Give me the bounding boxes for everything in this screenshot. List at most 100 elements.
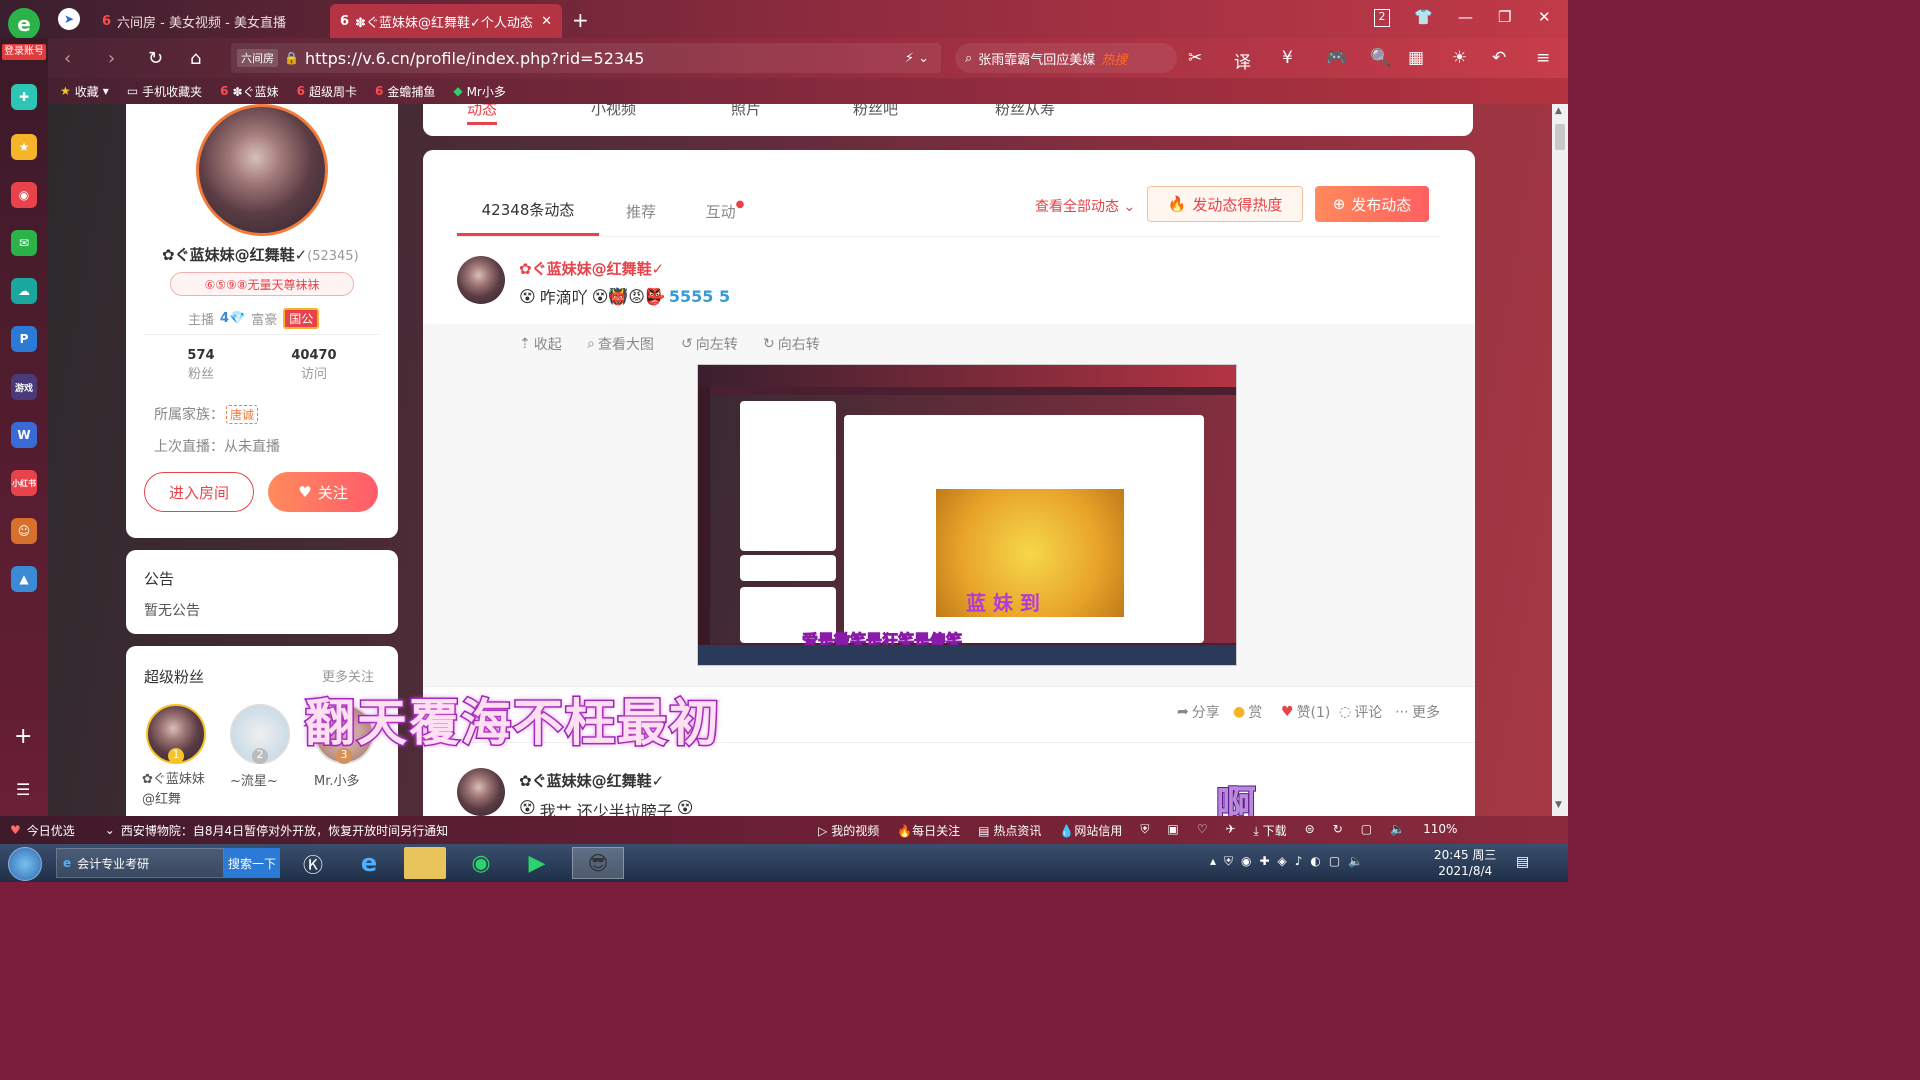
360-browser-icon[interactable]: ◉ <box>460 847 502 879</box>
post2-author[interactable]: ✿ぐ蓝妹妹@红舞鞋✓ <box>519 770 664 791</box>
scroll-up-icon[interactable]: ▲ <box>1555 106 1562 116</box>
comment-button[interactable]: ◌ 评论 <box>1339 702 1382 722</box>
fans-stat[interactable]: 574 粉丝 <box>176 348 226 382</box>
nav-photos[interactable]: 照片 <box>731 104 761 119</box>
visit-stat[interactable]: 40470 访问 <box>286 348 342 382</box>
hot-news-link[interactable]: ▤ 热点资讯 <box>978 822 1041 839</box>
refresh-icon[interactable]: ↻ <box>148 48 163 69</box>
nav-dynamic[interactable]: 动态 <box>467 104 497 119</box>
url-text[interactable]: https://v.6.cn/profile/index.php?rid=523… <box>305 49 644 68</box>
fan-name-1[interactable]: ✿ぐ蓝妹妹@红舞 <box>142 770 212 810</box>
word-doc-icon[interactable]: W <box>11 422 37 448</box>
bookmark-mr-xiaoduo[interactable]: ◆ Mr小多 <box>453 83 506 100</box>
follow-button[interactable]: ♥ 关注 <box>268 472 378 512</box>
view-all-dropdown[interactable]: 查看全部动态 ⌄ <box>1035 196 1135 216</box>
post-image[interactable]: 蓝 妹 到 爱是微笑是狂笑是傻笑 <box>697 364 1237 666</box>
search-bar[interactable]: ⌕ 张雨霏霸气回应美媒 热搜 <box>955 43 1177 73</box>
gamepad-icon[interactable]: 🎮 <box>1326 48 1347 68</box>
nav-fan-group[interactable]: 粉丝从寿 <box>995 104 1055 119</box>
close-tab-icon[interactable]: ✕ <box>541 14 552 29</box>
rocket-icon[interactable]: ✈ <box>1225 822 1235 839</box>
weibo-icon[interactable]: ◉ <box>11 182 37 208</box>
today-picks[interactable]: 今日优选 <box>27 822 75 839</box>
menu-icon[interactable]: ≡ <box>1536 48 1550 68</box>
page-scrollbar[interactable]: ▲ ▼ <box>1552 104 1568 816</box>
forward-icon[interactable]: › <box>108 48 115 69</box>
view-large-button[interactable]: ⌕ 查看大图 <box>587 334 654 354</box>
image-icon[interactable]: ▣ <box>1167 822 1178 839</box>
browser-logo-icon[interactable]: e <box>8 8 40 40</box>
minimize-icon[interactable]: — <box>1458 8 1473 26</box>
volume-icon[interactable]: 🔈 <box>1390 822 1405 839</box>
shield-icon[interactable]: ⛨ <box>1140 822 1149 839</box>
taskbar-search-button[interactable]: 搜索一下 <box>224 848 280 878</box>
coin-icon[interactable]: ¥ <box>1282 48 1293 68</box>
tab-liujianfang[interactable]: 6 六间房 - 美女视频 - 美女直播 <box>92 4 324 38</box>
mail-icon[interactable]: ✉ <box>11 230 37 256</box>
p-app-icon[interactable]: P <box>11 326 37 352</box>
post2-avatar[interactable] <box>457 768 505 816</box>
ie-search-box[interactable]: e 会计专业考研 <box>56 848 224 878</box>
video-player-icon[interactable]: ▶ <box>516 847 558 879</box>
grid-apps-icon[interactable]: ▦ <box>1408 48 1424 68</box>
nav-short-video[interactable]: 小视频 <box>591 104 636 119</box>
ie-taskbar-icon[interactable]: e <box>348 847 390 879</box>
login-button[interactable]: 登录账号 <box>2 44 46 60</box>
collapse-button[interactable]: ⇡ 收起 <box>519 334 562 354</box>
tab-profile[interactable]: 6 ✽ぐ蓝妹妹@红舞鞋✓个人动态 ✕ <box>330 4 562 38</box>
fan-name-2[interactable]: ~流星~ <box>230 770 278 789</box>
profile-avatar[interactable] <box>196 104 328 236</box>
game-character-icon[interactable]: ☺ <box>11 518 37 544</box>
active-app-icon[interactable]: 😎 <box>572 847 624 879</box>
publish-button[interactable]: ⊕ 发布动态 <box>1315 186 1429 222</box>
refresh-status-icon[interactable]: ↻ <box>1333 822 1343 839</box>
back-icon[interactable]: ‹ <box>64 48 71 69</box>
window-icon[interactable]: ▢ <box>1361 822 1372 839</box>
home-icon[interactable]: ⌂ <box>190 48 201 69</box>
family-badge[interactable]: 唐诚 <box>226 404 259 424</box>
shirt-skin-icon[interactable]: 👕 <box>1414 8 1433 26</box>
health-icon[interactable]: ♡ <box>1197 822 1208 839</box>
start-button[interactable] <box>8 847 42 881</box>
news-ticker[interactable]: 西安博物院：自8月4日暂停对外开放，恢复开放时间另行通知 <box>121 822 448 839</box>
share-button[interactable]: ➦ 分享 <box>1177 702 1220 722</box>
menu-list-icon[interactable]: ☰ <box>16 780 30 799</box>
favorites-star-icon[interactable]: ★ <box>11 134 37 160</box>
daily-follow-link[interactable]: 🔥每日关注 <box>897 822 960 839</box>
heat-button[interactable]: 🔥 发动态得热度 <box>1147 186 1303 222</box>
fan-name-3[interactable]: Mr.小多 <box>314 770 360 789</box>
bookmark-mobile[interactable]: ▭ 手机收藏夹 <box>127 83 202 100</box>
like-button[interactable]: ♥ 赞(1) <box>1281 702 1330 722</box>
site-credit-link[interactable]: 💧网站信用 <box>1059 822 1122 839</box>
vr-icon[interactable]: ⊜ <box>1305 822 1315 839</box>
brightness-icon[interactable]: ☀ <box>1452 48 1467 68</box>
scroll-down-icon[interactable]: ▼ <box>1555 800 1562 810</box>
add-sidebar-icon[interactable]: + <box>14 724 32 749</box>
notification-icon[interactable]: ▤ <box>1516 854 1529 870</box>
tab-all-dynamics[interactable]: 42348条动态 <box>457 186 599 236</box>
nav-fan-bar[interactable]: 粉丝吧 <box>853 104 898 119</box>
translate-icon[interactable]: 译 <box>1234 48 1251 73</box>
magnifier-icon[interactable]: 🔍 <box>1370 48 1391 68</box>
cloud-icon[interactable]: ☁ <box>11 278 37 304</box>
tab-recommend[interactable]: 推荐 <box>599 186 683 236</box>
close-window-icon[interactable]: ✕ <box>1538 8 1551 26</box>
reward-button[interactable]: ● 赏 <box>1233 702 1262 722</box>
new-tab-icon[interactable]: + <box>572 8 589 32</box>
post-avatar[interactable] <box>457 256 505 304</box>
scissors-icon[interactable]: ✂ <box>1188 48 1202 68</box>
xiaohongshu-icon[interactable]: 小红书 <box>11 470 37 496</box>
navigation-arrow-icon[interactable]: ➤ <box>58 8 80 30</box>
bookmark-fishing[interactable]: 6 金蟾捕鱼 <box>375 83 435 100</box>
more-button[interactable]: ⋯ 更多 <box>1395 702 1440 722</box>
kugou-icon[interactable]: Ⓚ <box>292 847 334 879</box>
bookmark-weekly-card[interactable]: 6 超级周卡 <box>297 83 357 100</box>
tab-interact[interactable]: 互动 ● <box>683 186 767 236</box>
rotate-left-button[interactable]: ↺ 向左转 <box>681 334 738 354</box>
rotate-right-button[interactable]: ↻ 向右转 <box>763 334 820 354</box>
zoom-level[interactable]: 110% <box>1423 822 1457 839</box>
qr-dropdown-icon[interactable]: ⚡ ⌄ <box>905 51 929 66</box>
system-tray-icons[interactable]: ▴⛨◉✚◈♪◐▢🔈 <box>1210 854 1371 869</box>
game-scene-icon[interactable]: ▲ <box>11 566 37 592</box>
bookmark-lanmei[interactable]: 6 ✽ぐ蓝妹 <box>220 83 278 100</box>
